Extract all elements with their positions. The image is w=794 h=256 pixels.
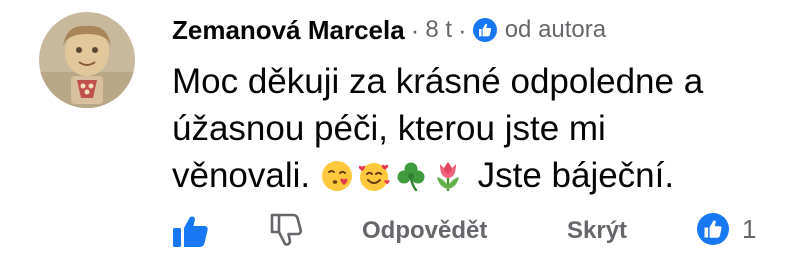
smiling-face-with-hearts-icon (357, 158, 391, 192)
avatar[interactable] (39, 12, 135, 108)
thumbs-up-icon (173, 216, 208, 247)
comment-body: Zemanová Marcela · 8 t · od autora Moc d… (172, 10, 794, 199)
comment-text-end: Jste báječní. (467, 156, 675, 195)
hide-button[interactable]: Skrýt (567, 217, 627, 245)
author-badge: od autora (472, 16, 607, 44)
face-blowing-kiss-icon (320, 158, 354, 192)
like-button[interactable] (172, 214, 210, 248)
comment-actions: Odpovědět Skrýt 1 (0, 206, 794, 256)
avatar-image (39, 12, 135, 108)
dislike-button[interactable] (268, 212, 304, 248)
like-reaction-icon (697, 213, 729, 245)
separator-dot: · (458, 14, 467, 45)
hide-label: Skrýt (567, 217, 628, 244)
reaction-summary[interactable]: 1 (696, 212, 756, 246)
author-name[interactable]: Zemanová Marcela (172, 15, 405, 46)
thumbs-down-icon (270, 213, 303, 246)
timestamp[interactable]: 8 t (425, 16, 452, 44)
tulip-icon (431, 158, 465, 192)
like-count: 1 (742, 213, 757, 244)
reply-button[interactable]: Odpovědět (362, 217, 487, 245)
separator-dot: · (410, 14, 420, 45)
comment-header: Zemanová Marcela · 8 t · od autora (172, 10, 794, 50)
thumbs-up-badge-icon (472, 18, 497, 42)
author-badge-label: od autora (504, 16, 607, 43)
comment-text: Moc děkuji za krásné odpoledne a úžasnou… (172, 58, 752, 199)
shamrock-icon (394, 158, 428, 192)
reply-label: Odpovědět (362, 217, 488, 244)
